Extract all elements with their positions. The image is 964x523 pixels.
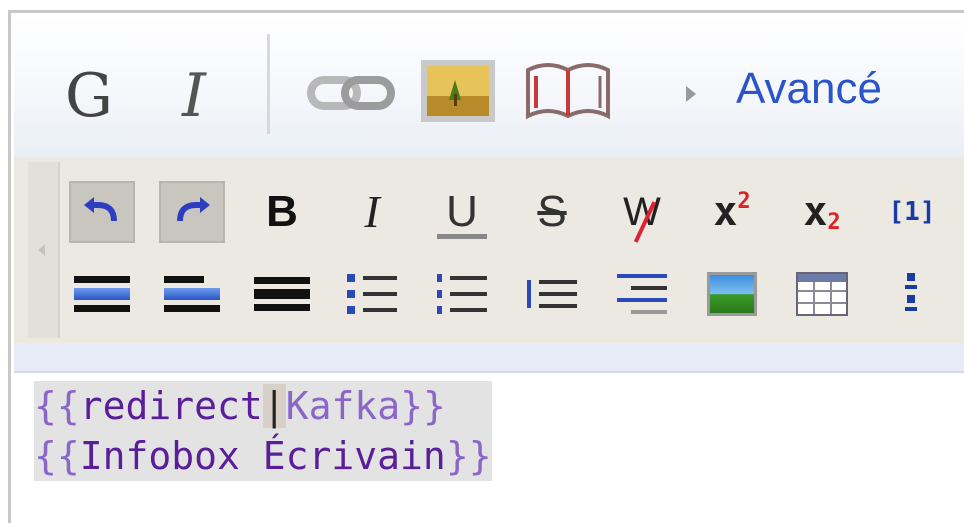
template-name: Infobox Écrivain (79, 434, 446, 478)
table-icon (796, 272, 848, 316)
italic-label: I (182, 61, 206, 131)
underline-button[interactable]: U (429, 181, 495, 243)
insert-row (69, 258, 945, 330)
editor-content: {{redirect|Kafka}} {{Infobox Écrivain}} (34, 381, 492, 481)
insert-image-button[interactable] (419, 56, 497, 126)
definition-list-icon (617, 274, 667, 314)
superscript-button[interactable]: x2 (699, 181, 765, 243)
heading-button[interactable] (69, 263, 135, 325)
insert-book-button[interactable] (522, 56, 614, 126)
template-name: redirect (79, 384, 263, 428)
template-param: Kafka (285, 384, 401, 428)
superscript-letter: x (713, 189, 738, 235)
indent-button[interactable] (519, 263, 585, 325)
toolbar-collapse-handle[interactable] (28, 162, 60, 338)
heading-link-button[interactable] (159, 263, 225, 325)
redirect-line: {{redirect|Kafka}} (34, 381, 492, 431)
horizontal-rule-button[interactable] (249, 263, 315, 325)
italic-format-label: I (364, 186, 380, 237)
underline-bar (437, 234, 487, 239)
formatting-row: B I U S W x2 x2 [1] (69, 178, 945, 246)
bold-label: G (65, 61, 113, 131)
template-close-brace: }} (400, 384, 446, 428)
main-toolbar: G I Avancé (14, 16, 964, 158)
heading-link-icon (164, 276, 220, 312)
subscript-letter: x (803, 189, 828, 235)
horizontal-rule-icon (254, 277, 310, 311)
indent-icon (527, 280, 577, 308)
gallery-icon (707, 272, 757, 316)
collapse-arrow-icon (38, 244, 45, 256)
definition-list-button[interactable] (609, 263, 675, 325)
undo-button[interactable] (69, 181, 135, 243)
editor-frame: G I Avancé B I U S W x2 x2 [1] {{redirec… (8, 10, 964, 523)
toolbar-separator (267, 34, 270, 134)
strikethrough-button[interactable]: S (519, 181, 585, 243)
reference-label: [1] (888, 197, 936, 227)
italic-format-button[interactable]: I (339, 181, 405, 243)
heading-blue-icon (74, 276, 130, 312)
advanced-toggle[interactable]: Avancé (736, 64, 882, 114)
nowiki-label: W (623, 192, 661, 243)
reference-list-button[interactable] (879, 263, 945, 325)
table-button[interactable] (789, 263, 855, 325)
subscript-glyph: x2 (803, 189, 840, 235)
bold-format-button[interactable]: B (249, 181, 315, 243)
book-icon (526, 63, 610, 120)
superscript-number: 2 (737, 189, 751, 214)
template-pipe: | (262, 384, 286, 428)
bulleted-list-button[interactable] (339, 263, 405, 325)
template-open-brace: {{ (34, 384, 80, 428)
reference-list-icon (905, 273, 917, 311)
subscript-number: 2 (827, 210, 841, 235)
numbered-list-button[interactable] (429, 263, 495, 325)
subscript-button[interactable]: x2 (789, 181, 855, 243)
bold-format-label: B (266, 187, 298, 236)
link-icon (307, 76, 395, 110)
reference-button[interactable]: [1] (879, 181, 945, 243)
template-close-brace: }} (445, 434, 492, 478)
link-button[interactable] (307, 68, 395, 118)
undo-icon (84, 197, 117, 222)
superscript-glyph: x2 (713, 189, 750, 235)
underline-label: U (446, 187, 478, 236)
gallery-button[interactable] (699, 263, 765, 325)
template-open-brace: {{ (34, 434, 80, 478)
toolbar-bottom-strip (14, 343, 964, 373)
image-icon (421, 60, 495, 122)
redo-icon (177, 197, 210, 222)
nowiki-button[interactable]: W (609, 181, 675, 243)
bold-button[interactable]: G (54, 56, 124, 136)
bulleted-list-icon (347, 274, 397, 314)
wikitext-editor[interactable]: {{redirect|Kafka}} {{Infobox Écrivain}} (14, 373, 964, 523)
redo-button[interactable] (159, 181, 225, 243)
advanced-arrow-icon (686, 86, 696, 102)
advanced-toolbar: B I U S W x2 x2 [1] (14, 158, 964, 343)
italic-button[interactable]: I (164, 56, 224, 136)
strikethrough-label: S (537, 187, 567, 236)
numbered-list-icon (437, 274, 487, 314)
infobox-line: {{Infobox Écrivain}} (34, 431, 492, 481)
